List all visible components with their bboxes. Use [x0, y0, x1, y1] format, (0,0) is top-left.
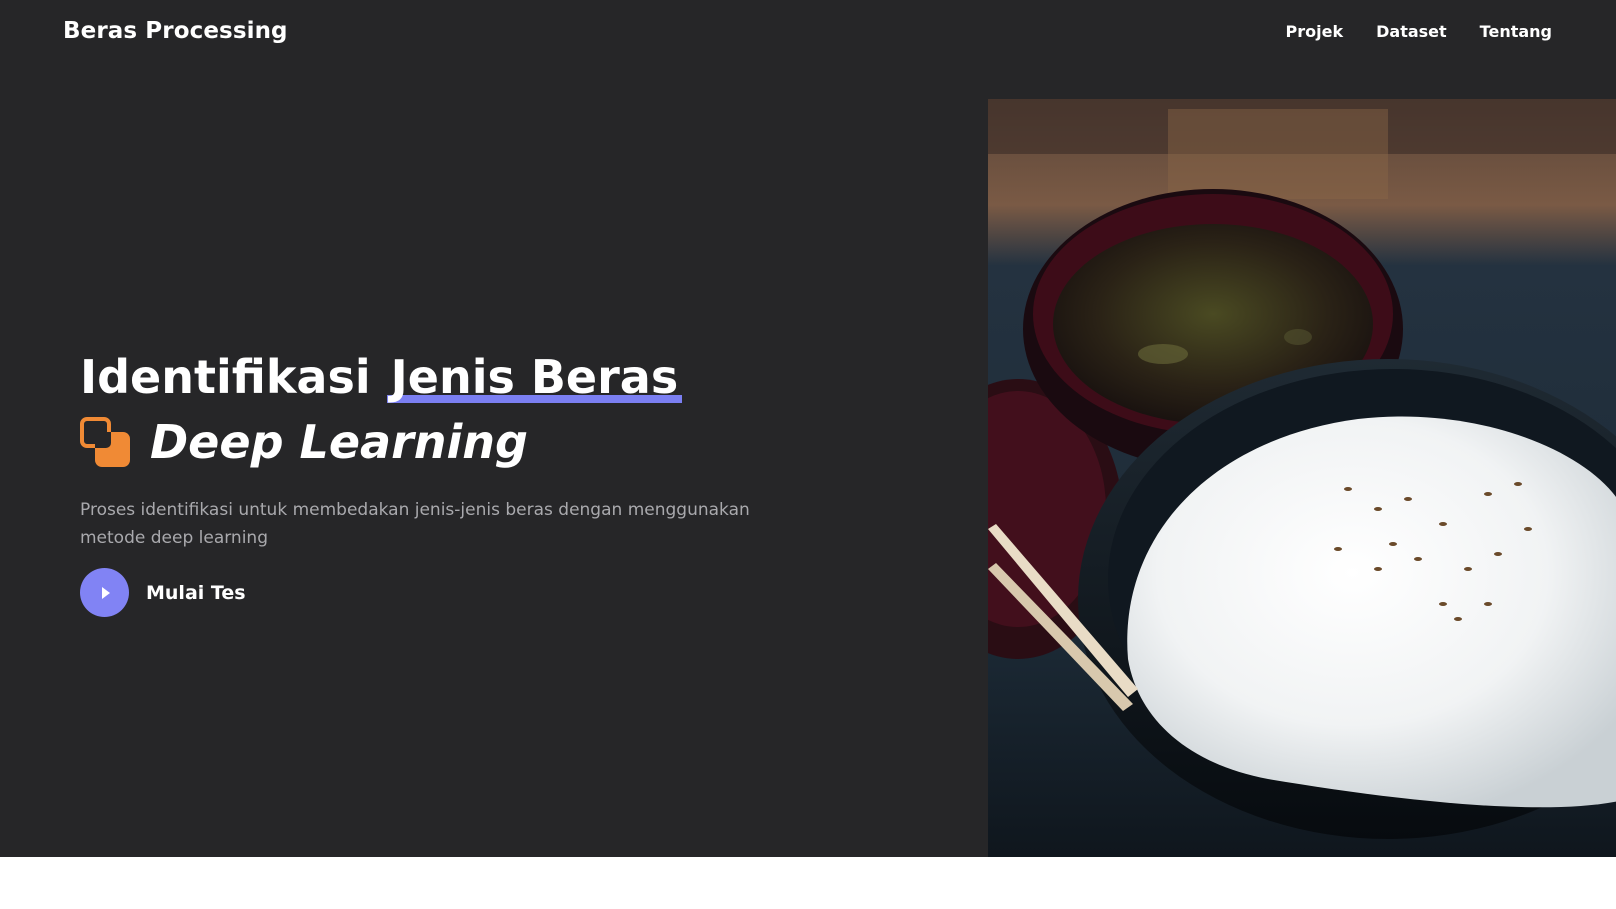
- start-test-button[interactable]: Mulai Tes: [80, 568, 260, 617]
- headline-prefix: Identifikasi: [80, 350, 371, 404]
- hero-subtitle: Deep Learning: [150, 415, 528, 469]
- hero-headline: Identifikasi Jenis Beras: [80, 346, 840, 408]
- start-test-label[interactable]: Mulai Tes: [146, 582, 246, 604]
- nav-links: Projek Dataset Tentang: [1286, 22, 1552, 41]
- brand-logo[interactable]: Beras Processing: [63, 18, 288, 44]
- headline-highlight: Jenis Beras: [386, 346, 683, 408]
- nav-link-tentang[interactable]: Tentang: [1480, 22, 1552, 41]
- hero-description: Proses identifikasi untuk membedakan jen…: [80, 500, 750, 548]
- nav-link-dataset[interactable]: Dataset: [1376, 22, 1447, 41]
- rice-bowl-photo: [988, 99, 1616, 857]
- nav-link-projek[interactable]: Projek: [1286, 22, 1344, 41]
- hero-subtitle-row: Deep Learning: [80, 410, 840, 474]
- layers-icon: [80, 417, 130, 467]
- play-icon[interactable]: [80, 568, 129, 617]
- page: Beras Processing Projek Dataset Tentang …: [0, 0, 1616, 909]
- navbar: Beras Processing Projek Dataset Tentang: [0, 0, 1616, 70]
- hero-content: Identifikasi Jenis Beras Deep Learning P…: [80, 346, 840, 617]
- hero-section: Beras Processing Projek Dataset Tentang …: [0, 0, 1616, 857]
